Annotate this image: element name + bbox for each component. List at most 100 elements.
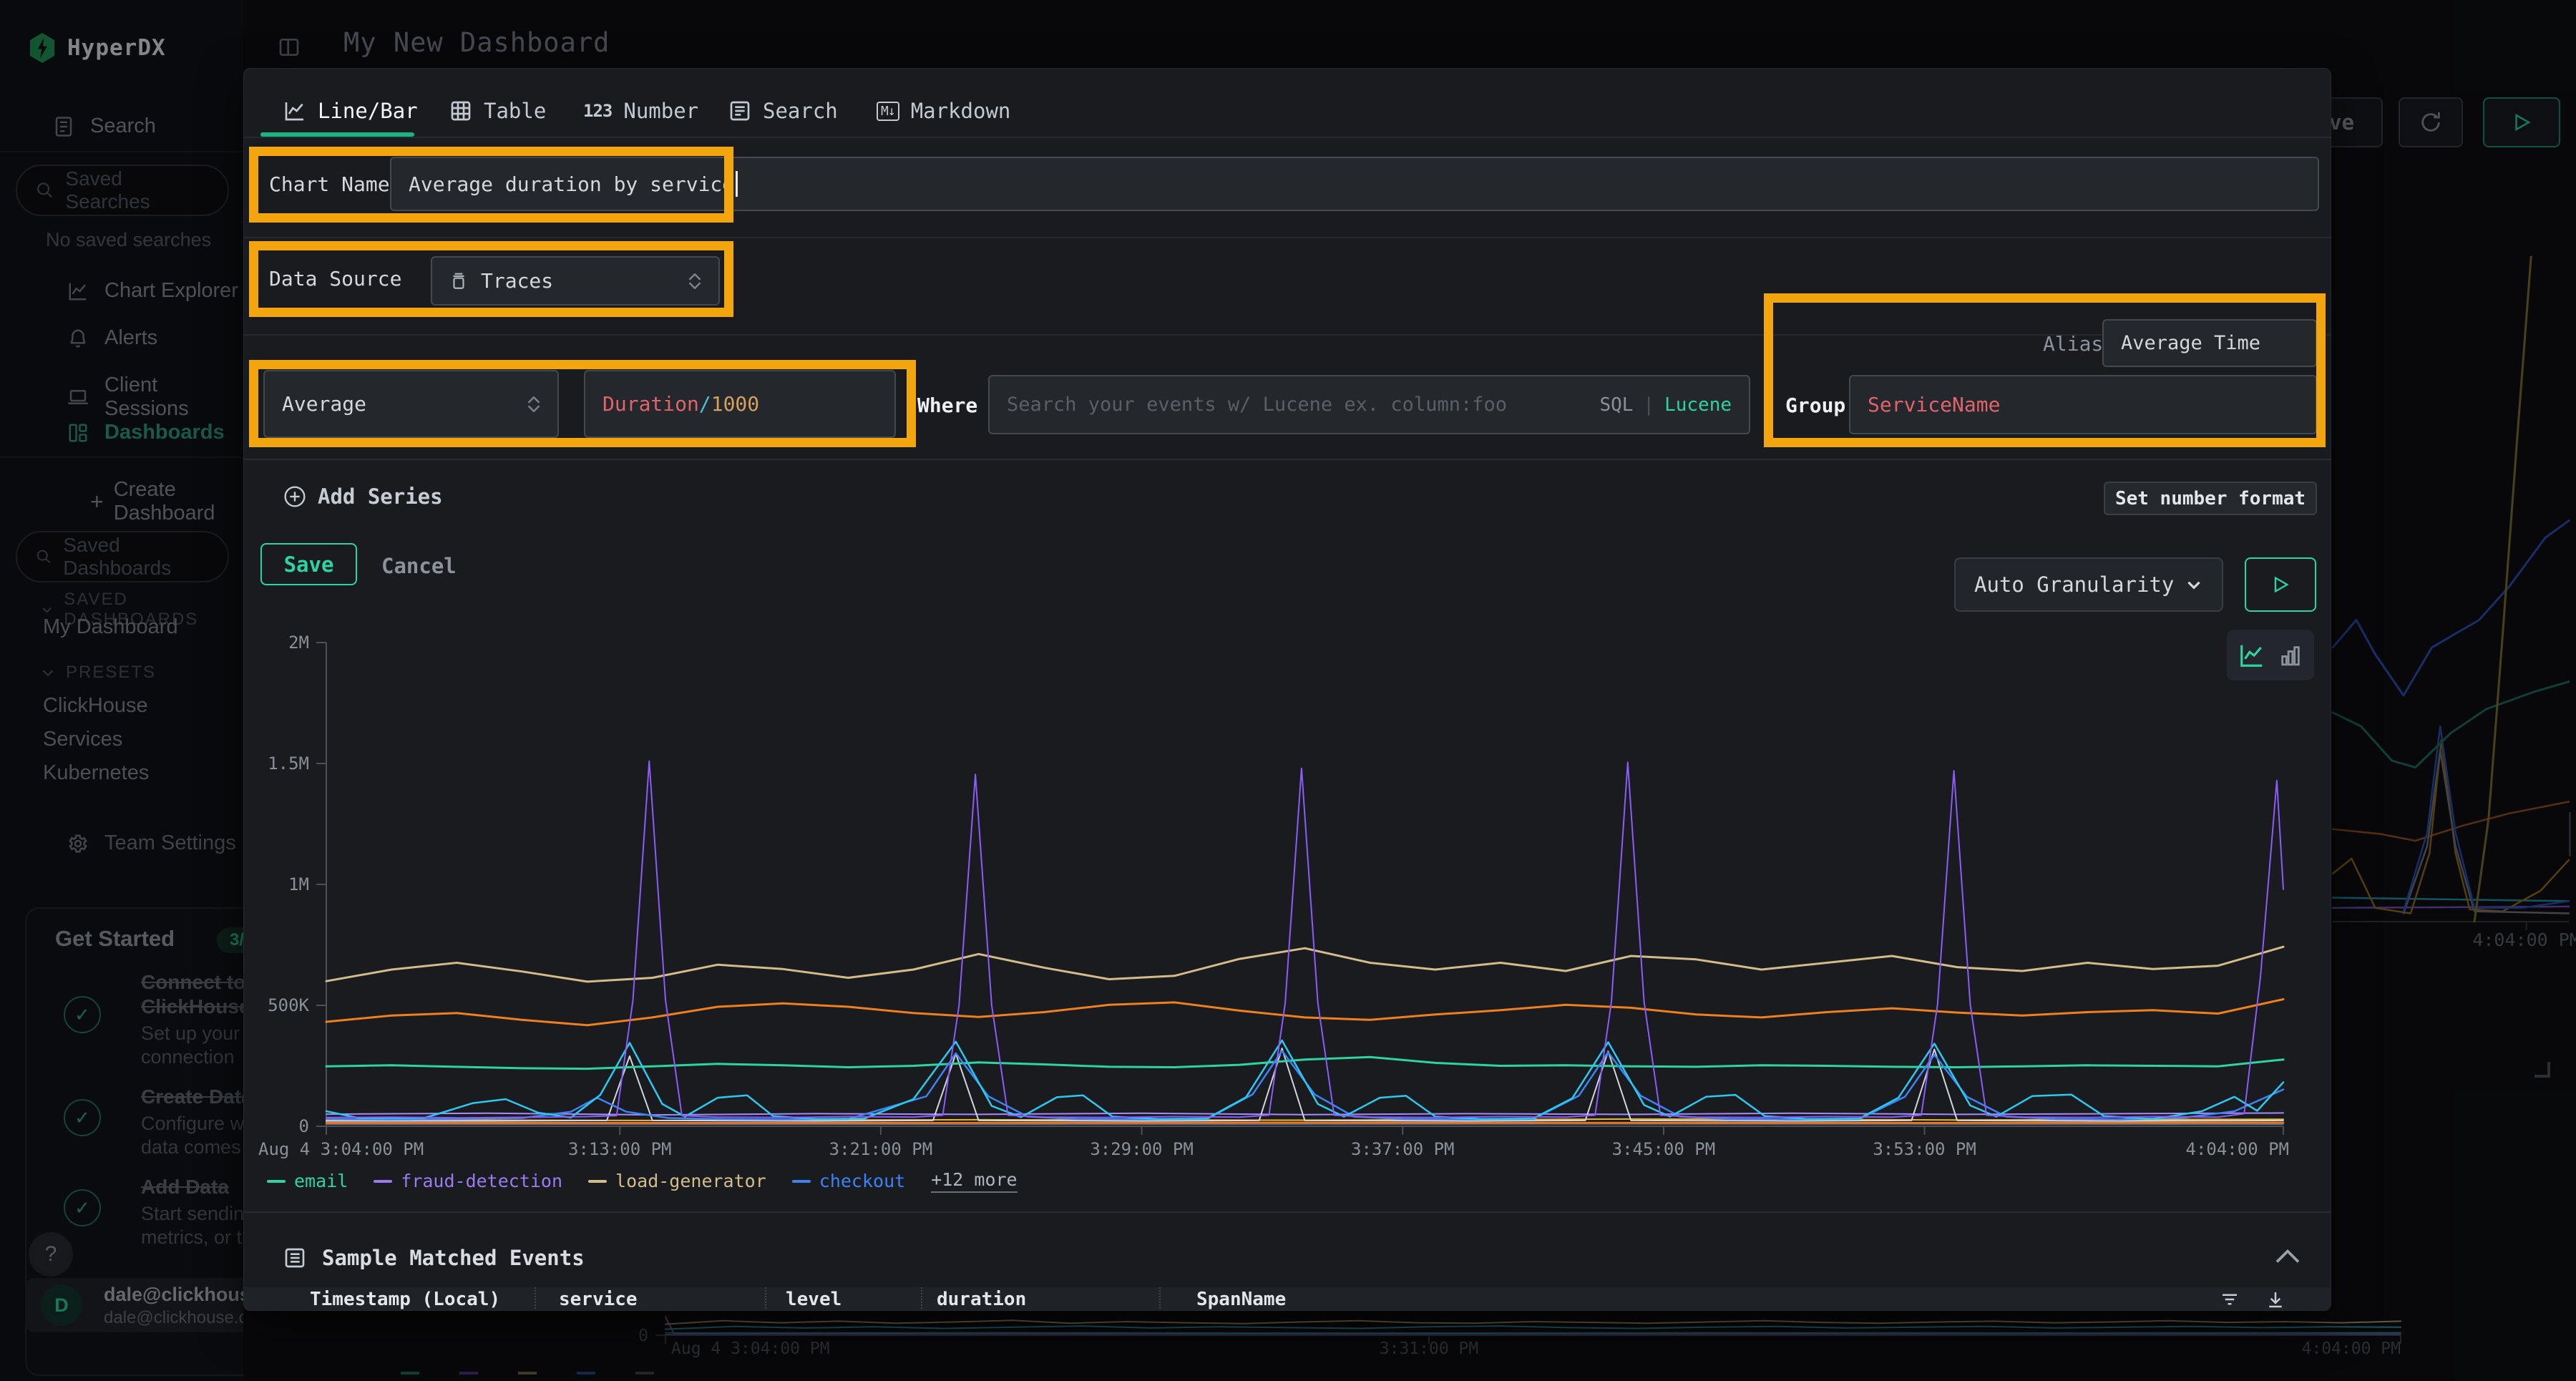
add-series-label: Add Series (318, 484, 443, 509)
svg-text:1.5M: 1.5M (268, 753, 309, 774)
svg-text:2M: 2M (288, 633, 309, 653)
sample-events-title: Sample Matched Events (322, 1246, 585, 1270)
screen: HyperDX Search Saved Searches No saved s… (0, 0, 2576, 1381)
tab-label: Number (623, 99, 698, 123)
database-icon (449, 272, 468, 291)
column-header[interactable]: Timestamp (Local) (310, 1289, 500, 1310)
sample-events-table-header: Timestamp (Local) service level duration… (244, 1287, 2331, 1311)
plus-circle-icon (283, 485, 306, 508)
legend-item[interactable]: email (267, 1171, 348, 1191)
row-divider (244, 459, 2331, 460)
legend-dash-icon (792, 1180, 811, 1183)
sample-events-header[interactable]: Sample Matched Events (283, 1246, 585, 1270)
set-number-format-button[interactable]: Set number format (2104, 482, 2317, 515)
filter-icon[interactable] (2219, 1289, 2240, 1310)
chevron-down-icon (2185, 575, 2203, 594)
add-series-button[interactable]: Add Series (283, 484, 443, 509)
tab-table[interactable]: Table (449, 90, 546, 132)
column-header[interactable]: level (786, 1289, 841, 1310)
svg-text:3:29:00 PM: 3:29:00 PM (1090, 1139, 1194, 1159)
granularity-select[interactable]: Auto Granularity (1954, 557, 2223, 612)
select-chevrons-icon (527, 396, 540, 412)
lucene-toggle[interactable]: Lucene (1664, 394, 1732, 416)
aggregation-value: Average (282, 392, 366, 416)
legend-label: checkout (819, 1171, 905, 1191)
tab-markdown[interactable]: M↓ Markdown (877, 90, 1010, 132)
markdown-icon: M↓ (877, 102, 899, 121)
field-expression-input[interactable]: Duration/1000 (584, 370, 896, 438)
svg-text:3:37:00 PM: 3:37:00 PM (1351, 1139, 1455, 1159)
aggregation-select[interactable]: Average (263, 370, 559, 438)
download-icon[interactable] (2265, 1289, 2286, 1310)
alias-label: Alias (2043, 332, 2103, 356)
chart-name-input[interactable]: Average duration by service (390, 157, 2319, 211)
granularity-value: Auto Granularity (1974, 572, 2174, 597)
alias-input[interactable]: Average Time (2102, 319, 2317, 367)
row-divider (244, 334, 2331, 336)
column-header[interactable]: service (559, 1289, 638, 1310)
sql-toggle[interactable]: SQL (1599, 394, 1633, 416)
tabs-divider (244, 137, 2331, 138)
list-icon (728, 99, 751, 122)
legend-dash-icon (588, 1180, 607, 1183)
group-by-value: ServiceName (1868, 393, 2000, 416)
preview-chart: 0500K1M1.5M2MAug 4 3:04:00 PM3:13:00 PM3… (301, 627, 2331, 1171)
svg-text:3:53:00 PM: 3:53:00 PM (1873, 1139, 1976, 1159)
toggle-divider: | (1643, 394, 1654, 416)
chart-name-label: Chart Name (269, 172, 390, 196)
tab-search[interactable]: Search (728, 90, 838, 132)
column-header[interactable]: SpanName (1196, 1289, 1286, 1310)
column-separator (1159, 1287, 1161, 1311)
tab-line-bar[interactable]: Line/Bar (283, 90, 418, 132)
legend-more-link[interactable]: +12 more (931, 1169, 1017, 1193)
preview-chart-svg: 0500K1M1.5M2MAug 4 3:04:00 PM3:13:00 PM3… (301, 627, 2331, 1171)
column-header[interactable]: duration (937, 1289, 1026, 1310)
chart-name-value: Average duration by service (409, 172, 734, 196)
operand-token: 1000 (711, 392, 759, 416)
svg-text:3:13:00 PM: 3:13:00 PM (568, 1139, 672, 1159)
where-input[interactable]: Search your events w/ Lucene ex. column:… (988, 375, 1750, 434)
tab-label: Line/Bar (318, 99, 418, 123)
legend-item[interactable]: load-generator (588, 1171, 766, 1191)
play-icon (2270, 575, 2290, 595)
select-chevrons-icon (688, 273, 701, 289)
legend-label: load-generator (615, 1171, 766, 1191)
line-chart-icon (283, 99, 306, 122)
save-button[interactable]: Save (260, 543, 357, 585)
cancel-button[interactable]: Cancel (381, 554, 457, 578)
tab-label: Search (763, 99, 838, 123)
chart-editor-modal: Line/Bar Table 123 Number Search M↓ Mark… (243, 68, 2331, 1311)
tab-label: Table (484, 99, 546, 123)
collapse-chevron-icon[interactable] (2275, 1248, 2301, 1265)
alias-value: Average Time (2121, 332, 2260, 354)
legend-item[interactable]: fraud-detection (374, 1171, 562, 1191)
field-token: Duration (602, 392, 699, 416)
where-placeholder: Search your events w/ Lucene ex. column:… (1007, 394, 1507, 416)
run-chart-button[interactable] (2245, 557, 2316, 612)
svg-text:Aug 4 3:04:00 PM: Aug 4 3:04:00 PM (258, 1139, 424, 1159)
event-list-icon (283, 1246, 306, 1269)
legend-dash-icon (267, 1180, 286, 1183)
column-separator (765, 1287, 766, 1311)
column-separator (535, 1287, 536, 1311)
legend-item[interactable]: checkout (792, 1171, 905, 1191)
svg-text:3:45:00 PM: 3:45:00 PM (1612, 1139, 1716, 1159)
text-cursor (736, 171, 738, 197)
row-divider (244, 237, 2331, 238)
legend-label: fraud-detection (401, 1171, 562, 1191)
data-source-value: Traces (481, 269, 553, 293)
svg-text:500K: 500K (268, 995, 309, 1015)
chart-legend: email fraud-detection load-generator checko… (267, 1169, 1018, 1193)
row-divider (244, 1211, 2331, 1213)
tab-label: Markdown (911, 99, 1011, 123)
123-icon: 123 (583, 101, 612, 121)
tab-number[interactable]: 123 Number (583, 90, 698, 132)
column-separator (921, 1287, 922, 1311)
svg-text:3:21:00 PM: 3:21:00 PM (829, 1139, 933, 1159)
where-label: Where (917, 394, 977, 417)
group-by-input[interactable]: ServiceName (1849, 375, 2317, 434)
svg-text:1M: 1M (288, 874, 309, 894)
legend-dash-icon (374, 1180, 392, 1183)
svg-text:4:04:00 PM: 4:04:00 PM (2186, 1139, 2290, 1159)
data-source-select[interactable]: Traces (431, 256, 720, 306)
